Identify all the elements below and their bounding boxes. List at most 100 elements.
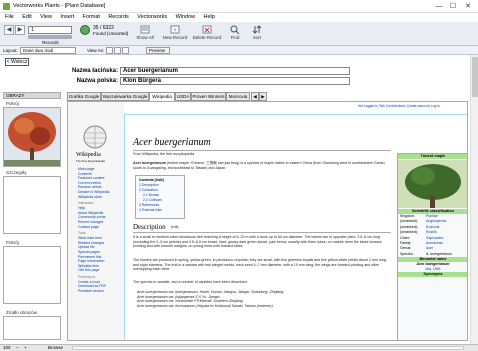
toc-item[interactable]: 4 External links (139, 208, 181, 213)
wiki-interaction-link[interactable]: Contact page (68, 225, 124, 230)
menu-records[interactable]: Records (108, 13, 128, 22)
table-view-icon[interactable] (122, 47, 129, 54)
status-bar: 100 – + Browse (0, 344, 478, 351)
description-para-1: It is a small to medium-sized deciduous … (133, 235, 383, 249)
found-pie-icon (80, 25, 90, 35)
tab-back-button[interactable]: ◀ (251, 92, 259, 101)
new-record-icon: + (170, 25, 180, 34)
close-button[interactable]: ✕ (461, 2, 475, 11)
tab-google-search[interactable]: Wyszukiwarka Google (101, 92, 149, 101)
taxobox-photo[interactable] (398, 160, 468, 208)
minimize-button[interactable]: — (432, 2, 446, 11)
description-para-3: The species is variable, and a number of… (133, 280, 248, 284)
new-record-label: New Record (162, 35, 188, 40)
show-all-label: Show All (136, 35, 154, 40)
wiki-tools-link[interactable]: Cite this page (68, 268, 124, 273)
variety-item: Acer buergerianum var. formosanum (Hayat… (137, 303, 274, 308)
wiki-intro-text: (trident maple; Chinese: 三角枫 san jiao fe… (133, 161, 386, 170)
polish-name-field[interactable]: Klon Bürgera (120, 77, 350, 85)
record-slider[interactable] (28, 35, 72, 39)
menu-bar: File Edit View Insert Format Records Vec… (0, 13, 478, 22)
back-button[interactable]: < Wstecz (5, 58, 29, 66)
wiki-print-link[interactable]: Printable version (68, 289, 124, 294)
new-record-button[interactable]: + New Record (162, 25, 188, 40)
table-of-contents: Contents [hide] 1 Description 2 Cultivat… (135, 175, 185, 219)
preview-button[interactable]: Preview (146, 47, 170, 54)
delete-record-icon (202, 25, 212, 34)
wiki-user-links[interactable]: Not logged in Talk Contributions Create … (358, 104, 440, 108)
wiki-heading: Acer buergerianum (133, 137, 211, 148)
menu-insert[interactable]: Insert (60, 13, 74, 22)
menu-window[interactable]: Window (176, 13, 196, 22)
taxobox-row: Species: A. buergerianum (400, 251, 452, 256)
tab-usda[interactable]: USDA (175, 92, 191, 101)
menu-help[interactable]: Help (204, 13, 215, 22)
toolbar: ◀ ▶ 1 Records 35 / 6322 Found (Unsorted)… (0, 22, 478, 46)
maximize-button[interactable]: ☐ (446, 2, 460, 11)
wikipedia-globe-icon[interactable] (80, 124, 110, 150)
wiki-nav: Main page Contents Featured content Curr… (68, 167, 124, 294)
scroll-thumb[interactable] (472, 57, 478, 97)
tab-wikipedia[interactable]: Wikipedia (149, 92, 175, 101)
tab-google-images[interactable]: Grafika Google (67, 92, 101, 101)
habit-caption-2: Pokrój (6, 240, 19, 245)
vertical-scrollbar[interactable] (470, 55, 478, 344)
menu-vectorworks[interactable]: Vectorworks (137, 13, 167, 22)
latin-name-label: Nazwa łacińska: (71, 68, 118, 74)
menu-format[interactable]: Format (83, 13, 100, 22)
wiki-logo-tagline: The Free Encyclopedia (76, 159, 105, 163)
prev-record-button[interactable]: ◀ (4, 25, 14, 35)
taxobox-synonyms-header[interactable]: Synonyms (398, 272, 467, 278)
wiki-nav-link[interactable]: Wikipedia store (68, 195, 124, 200)
heading-rule (133, 150, 391, 151)
latin-name-field[interactable]: Acer buergerianum (120, 67, 350, 75)
layout-label: Layout: (3, 48, 18, 53)
tab-monrovia[interactable]: Monrovia (226, 92, 250, 101)
menu-file[interactable]: File (5, 13, 14, 22)
title-bar: Vectorworks Plants - [Plant Database] — … (0, 0, 478, 13)
web-viewer[interactable]: Not logged in Talk Contributions Create … (67, 101, 468, 341)
wiki-article: Acer buergerianum From Wikipedia, the fr… (124, 114, 468, 340)
menu-view[interactable]: View (40, 13, 52, 22)
record-number-field[interactable]: 1 (28, 26, 72, 34)
records-label: Records (42, 40, 59, 45)
sort-icon (252, 25, 262, 34)
taxobox: Trident maple Scientific classification … (397, 153, 468, 340)
description-heading: Description (133, 223, 166, 231)
tab-proven-winners[interactable]: Proven Winners (191, 92, 226, 101)
find-button[interactable]: Find (228, 25, 242, 40)
delete-record-button[interactable]: Delete Record (192, 25, 222, 40)
details-image-placeholder (3, 176, 61, 234)
description-para-2: The flowers are produced in spring, yell… (133, 258, 387, 272)
form-view-icon[interactable] (106, 47, 113, 54)
tree-photo (4, 108, 60, 166)
app-icon (3, 3, 10, 10)
zoom-in-button[interactable]: + (24, 345, 27, 351)
habit-image (3, 107, 61, 167)
zoom-out-button[interactable]: – (16, 345, 19, 351)
habit-caption: Pokrój (6, 101, 19, 106)
wiki-logo-name: Wikipedia (76, 152, 101, 158)
menu-edit[interactable]: Edit (22, 13, 31, 22)
horizontal-scrollbar[interactable] (72, 346, 464, 350)
show-all-icon (140, 25, 150, 34)
description-edit-link[interactable]: [edit] (171, 225, 178, 229)
svg-text:+: + (173, 28, 177, 34)
wiki-from-line: From Wikipedia, the free encyclopedia (133, 152, 195, 156)
mode-indicator: Browse (48, 345, 64, 350)
polish-name-label: Nazwa polska: (76, 78, 118, 84)
next-record-button[interactable]: ▶ (15, 25, 25, 35)
wiki-sidebar: Wikipedia The Free Encyclopedia Main pag… (68, 102, 124, 340)
layout-bar: Layout: Dane dwu rlodi View As: Preview (0, 46, 478, 55)
wiki-intro: Acer buergerianum (trident maple; Chines… (133, 161, 391, 170)
show-all-button[interactable]: Show All (134, 25, 156, 40)
list-view-icon[interactable] (114, 47, 121, 54)
image-source-field[interactable] (3, 316, 61, 340)
tab-forward-button[interactable]: ▶ (259, 92, 267, 101)
zoom-level[interactable]: 100 (3, 345, 11, 351)
layout-select[interactable]: Dane dwu rlodi (20, 47, 76, 54)
wiki-intro-bold: Acer buergerianum (133, 161, 166, 165)
sort-label: Sort (252, 35, 262, 40)
habit-image-placeholder (3, 246, 61, 304)
sort-button[interactable]: Sort (250, 25, 264, 40)
